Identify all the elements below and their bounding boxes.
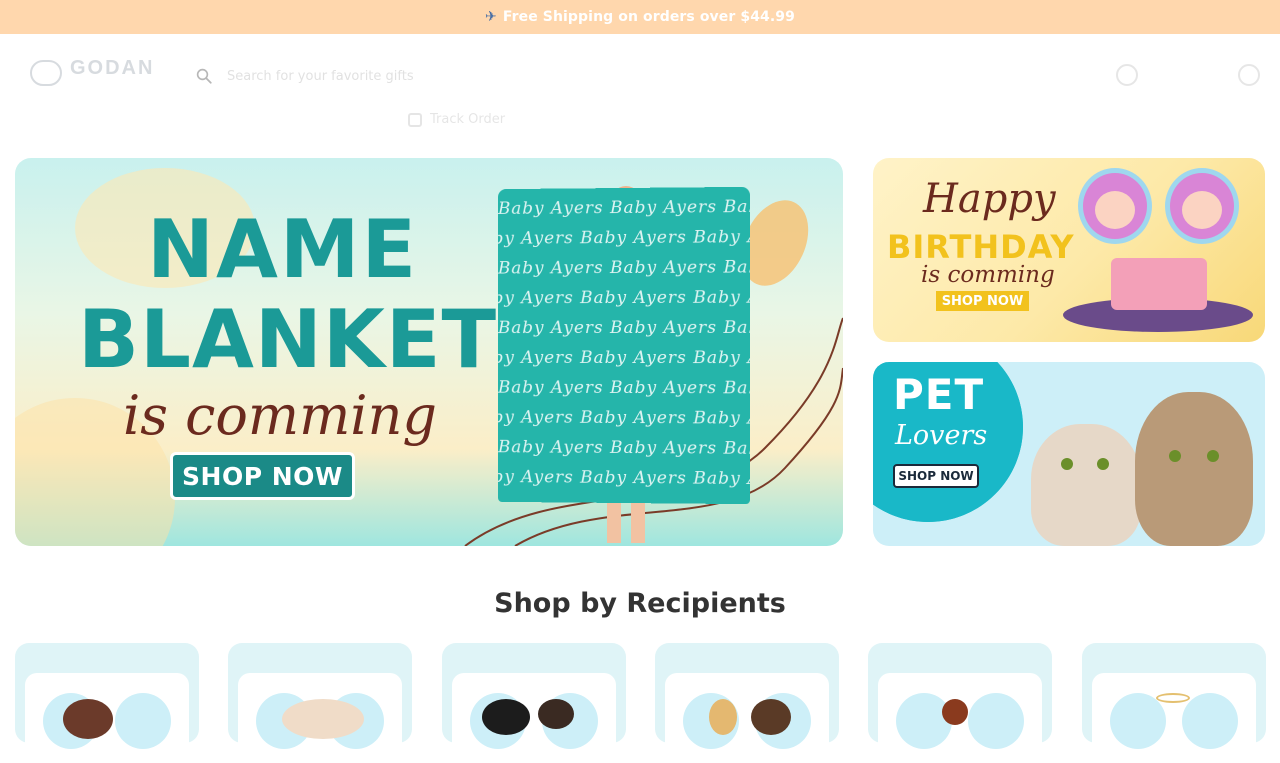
cart-icon[interactable]: [1238, 64, 1260, 86]
birthday-cake: [1111, 258, 1207, 310]
recipient-card-image: [25, 673, 189, 763]
blanket-pattern-row: Baby Ayers Baby Ayers Baby Ayers Baby: [497, 377, 750, 399]
recipient-card[interactable]: [868, 643, 1052, 763]
site-header: GODAN: [0, 34, 1280, 114]
blanket-image: Baby Ayers Baby Ayers Baby Ayers Baby Ba…: [497, 186, 750, 505]
recipient-card[interactable]: [442, 643, 626, 763]
birthday-shop-now-button[interactable]: SHOP NOW: [936, 291, 1029, 311]
logo-badge: [30, 60, 62, 86]
birthday-promo-line-2: BIRTHDAY: [887, 228, 1075, 266]
track-order-link[interactable]: Track Order: [408, 112, 505, 127]
blanket-pattern-row: Baby Ayers Baby Ayers Baby Ayers Baby: [497, 196, 750, 219]
cat-illustration: [1135, 392, 1253, 546]
recipient-card[interactable]: [1082, 643, 1266, 763]
cat-illustration: [1031, 424, 1141, 546]
astronaut-kid: [1165, 168, 1239, 244]
site-logo[interactable]: GODAN: [30, 56, 170, 90]
blanket-pattern-row: Baby Ayers Baby Ayers Baby Ayers Baby: [497, 407, 750, 429]
track-order-label: Track Order: [430, 112, 506, 127]
airplane-icon: ✈: [485, 9, 497, 25]
blanket-pattern-row: Baby Ayers Baby Ayers Baby Ayers Baby: [497, 437, 750, 459]
blanket-pattern-row: Baby Ayers Baby Ayers Baby Ayers Baby: [497, 466, 750, 490]
recipient-card-image: [878, 673, 1042, 763]
blanket-pattern-row: Baby Ayers Baby Ayers Baby Ayers Baby: [497, 317, 750, 339]
hero-title-line-2: BLANKET: [78, 293, 498, 386]
account-icon[interactable]: [1116, 64, 1138, 86]
recipient-card-image: [665, 673, 829, 763]
recipient-card[interactable]: [228, 643, 412, 763]
blanket-pattern-row: Baby Ayers Baby Ayers Baby Ayers Baby: [497, 257, 750, 279]
recipient-card-image: [238, 673, 402, 763]
hero-subtitle: is comming: [123, 384, 437, 447]
blanket-pattern-row: Baby Ayers Baby Ayers Baby Ayers Baby: [497, 347, 750, 369]
recipient-cards: [15, 643, 1266, 763]
hero-title-line-1: NAME: [147, 203, 419, 296]
pet-lovers-promo-banner[interactable]: PET Lovers SHOP NOW: [873, 362, 1265, 546]
recipient-card-image: [452, 673, 616, 763]
header-actions: [1116, 64, 1260, 86]
pet-promo-line-2: Lovers: [895, 420, 988, 451]
announcement-text: Free Shipping on orders over $44.99: [502, 9, 795, 25]
hero-shop-now-button[interactable]: SHOP NOW: [170, 452, 355, 500]
pet-shop-now-button[interactable]: SHOP NOW: [893, 464, 979, 488]
hero-banner[interactable]: NAME BLANKET is comming SHOP NOW Baby Ay…: [15, 158, 843, 546]
search-icon: [196, 68, 212, 84]
model-legs: [603, 503, 649, 543]
section-title: Shop by Recipients: [494, 588, 786, 619]
pet-promo-line-1: PET: [893, 370, 985, 419]
blanket-pattern-row: Baby Ayers Baby Ayers Baby Ayers Baby: [497, 287, 750, 309]
birthday-promo-line-1: Happy: [923, 176, 1056, 222]
search-bar[interactable]: [195, 64, 715, 88]
astronaut-kid: [1078, 168, 1152, 244]
recipient-card[interactable]: [655, 643, 839, 763]
birthday-promo-line-3: is comming: [921, 262, 1055, 288]
announcement-bar: ✈ Free Shipping on orders over $44.99: [0, 0, 1280, 34]
recipient-card-image: [1092, 673, 1256, 763]
truck-icon: [408, 112, 422, 127]
logo-wordmark: GODAN: [70, 57, 155, 79]
blanket-pattern-row: Baby Ayers Baby Ayers Baby Ayers Baby: [497, 226, 750, 249]
recipient-card[interactable]: [15, 643, 199, 763]
search-input[interactable]: [227, 68, 687, 84]
birthday-promo-banner[interactable]: Happy BIRTHDAY is comming SHOP NOW: [873, 158, 1265, 342]
